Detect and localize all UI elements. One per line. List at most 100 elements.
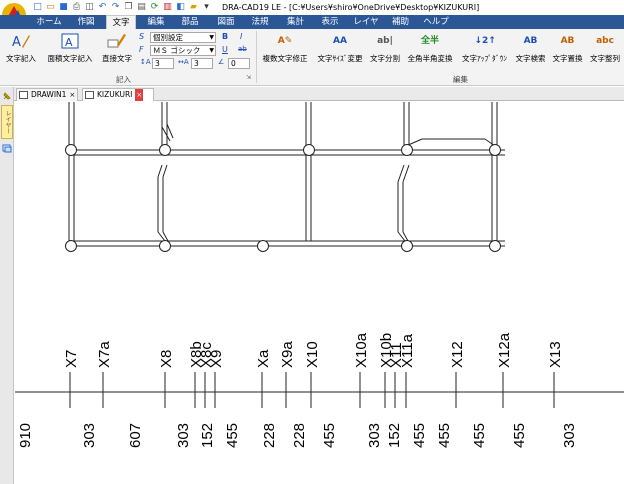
grid-label: X7a <box>96 341 113 368</box>
quick-access-toolbar: □ ▭ ■ ⎙ ◫ ↶ ↷ ❐ ▤ ⟳ ▥ ◧ ▰ ▾ <box>32 2 214 13</box>
font-combo[interactable]: ＭＳ ゴシック ▼ <box>150 45 216 56</box>
direct-text-button[interactable]: 直接文字 <box>99 31 135 75</box>
close-icon[interactable]: × <box>69 89 75 101</box>
document-tab-label: DRAWIN1 <box>31 90 67 99</box>
dimension-value: 455 <box>511 423 528 448</box>
text-search-icon: AB <box>523 36 538 46</box>
open-icon[interactable]: ▭ <box>45 2 56 13</box>
svg-text:A: A <box>12 35 21 50</box>
column-node <box>401 240 413 252</box>
char-spacing-icon: ↔A <box>178 58 189 66</box>
ribbon-button-label: 全角半角変換 <box>407 54 453 63</box>
save-icon[interactable]: ■ <box>58 2 69 13</box>
char-spacing-field[interactable]: 3 <box>191 58 213 69</box>
framing-plan <box>65 102 505 252</box>
text-angle-field[interactable]: 0 <box>228 58 250 69</box>
grid-label: X11a <box>399 333 416 368</box>
print-icon[interactable]: ⎙ <box>71 2 82 13</box>
width-convert-button[interactable]: 全半 全角半角変換 <box>403 31 457 75</box>
group-label-input: 記入 <box>116 75 131 84</box>
ribbon-tab-0[interactable]: ホーム <box>30 15 68 29</box>
document-tab-bar: DRAWIN1 × KIZUKURI × <box>14 87 624 101</box>
bold-button[interactable]: B <box>222 32 228 41</box>
text-write-label: 文字記入 <box>6 54 36 63</box>
menu-icon[interactable]: ▾ <box>201 2 212 13</box>
text-split-button[interactable]: ab| 文字分割 <box>367 31 403 75</box>
strike-button[interactable]: ab <box>238 45 247 53</box>
chevron-down-icon: ▼ <box>209 34 214 41</box>
italic-button[interactable]: I <box>240 32 242 41</box>
document-tab-0[interactable]: DRAWIN1 × <box>16 88 78 101</box>
area-text-label: 面積文字記入 <box>47 54 93 63</box>
dimension-value: 228 <box>291 423 308 448</box>
angle-icon: ∠ <box>218 58 225 66</box>
book-icon[interactable]: ▥ <box>162 2 173 13</box>
preview-icon[interactable]: ◫ <box>84 2 95 13</box>
pin-icon[interactable] <box>2 91 12 101</box>
folder-icon[interactable]: ▰ <box>188 2 199 13</box>
grid-label: X10 <box>304 341 321 368</box>
diagonal-brace <box>397 164 405 183</box>
text-align-button[interactable]: abc 文字整列 <box>586 31 624 75</box>
undo-icon[interactable]: ↶ <box>97 2 108 13</box>
column-node <box>401 144 413 156</box>
layer-panel-tab[interactable]: レイヤー <box>1 105 13 139</box>
ribbon-button-label: 文字ｻｲｽﾞ変更 <box>317 54 363 63</box>
column-node <box>65 144 77 156</box>
grid-label: X9a <box>279 341 296 368</box>
redo-icon[interactable]: ↷ <box>110 2 121 13</box>
ribbon-tab-7[interactable]: 集計 <box>279 15 312 29</box>
property-icon[interactable] <box>2 143 12 153</box>
dimension-value: 455 <box>321 423 338 448</box>
ribbon-tab-9[interactable]: レイヤ <box>349 15 383 29</box>
cad-window: □ ▭ ■ ⎙ ◫ ↶ ↷ ❐ ▤ ⟳ ▥ ◧ ▰ ▾ DRA-CAD19 LE - [C:¥Users¥… <box>0 0 624 484</box>
paste-icon[interactable]: ▤ <box>136 2 147 13</box>
text-write-button[interactable]: A 文字記入 <box>2 31 40 75</box>
document-tab-label: KIZUKURI <box>97 90 133 99</box>
drawing-canvas[interactable]: X7 X7a X8 X8bX8cX9 Xa X9a X10 X10a X10bX11X11a X1… <box>15 102 624 484</box>
grid-label: X10a <box>353 332 370 368</box>
grid-label: X7 <box>63 350 80 368</box>
ribbon-tab-8[interactable]: 表示 <box>314 15 346 29</box>
ribbon-tab-bar: ホーム 作図 文字 編集 部品 図面 法規 集計 表示 レイヤ 補助 ヘルプ <box>0 15 624 29</box>
grid-label: X13 <box>547 341 564 368</box>
char-spacing-value: 3 <box>194 59 199 68</box>
text-size-button[interactable]: AA 文字ｻｲｽﾞ変更 <box>313 31 367 75</box>
ribbon-tab-10[interactable]: 補助 <box>385 15 416 29</box>
dimension-value: 303 <box>561 423 578 448</box>
ribbon-tab-1[interactable]: 作図 <box>68 15 104 29</box>
close-icon[interactable]: × <box>135 89 144 101</box>
diagonal-brace <box>162 164 168 178</box>
new-icon[interactable]: □ <box>32 2 43 13</box>
width-convert-icon: 全半 <box>420 36 439 46</box>
text-replace-icon: AB <box>560 36 575 46</box>
text-search-button[interactable]: AB 文字検索 <box>512 31 549 75</box>
dialog-launcher-icon[interactable]: ⇲ <box>246 74 251 81</box>
ribbon-button-label: 文字整列 <box>590 54 620 63</box>
text-align-icon: abc <box>596 36 614 46</box>
ribbon-tab-3[interactable]: 編集 <box>140 15 172 29</box>
ribbon-tab-2[interactable]: 文字 <box>106 15 136 29</box>
ribbon-tab-11[interactable]: ヘルプ <box>419 15 453 29</box>
ribbon-tab-4[interactable]: 部品 <box>174 15 206 29</box>
font-icon: F <box>139 45 144 54</box>
title-bar: □ ▭ ■ ⎙ ◫ ↶ ↷ ❐ ▤ ⟳ ▥ ◧ ▰ ▾ DRA-CAD19 LE - [C:¥Users¥… <box>0 0 624 15</box>
window-title: DRA-CAD19 LE - [C:¥Users¥shiro¥OneDrive¥… <box>222 3 480 12</box>
area-text-button[interactable]: A 面積文字記入 <box>44 31 96 75</box>
ribbon-tab-5[interactable]: 図面 <box>210 15 242 29</box>
text-replace-button[interactable]: AB 文字置換 <box>549 31 586 75</box>
text-updown-button[interactable]: ↓2↑ 文字ｱｯﾌﾟﾀﾞｳﾝ <box>457 31 512 75</box>
chevron-down-icon: ▼ <box>209 47 214 54</box>
copy-icon[interactable]: ❐ <box>123 2 134 13</box>
ribbon-tab-6[interactable]: 法規 <box>244 15 276 29</box>
underline-button[interactable]: U <box>222 45 228 54</box>
drawing-file-icon <box>85 91 94 99</box>
text-size-field[interactable]: 3 <box>152 58 174 69</box>
app-logo-icon[interactable] <box>0 0 30 15</box>
multi-text-edit-button[interactable]: A✎ 複数文字修正 <box>258 31 312 75</box>
document-tab-1[interactable]: KIZUKURI × <box>82 88 154 101</box>
layer-icon[interactable]: ◧ <box>175 2 186 13</box>
text-size-value: 3 <box>155 59 160 68</box>
refresh-icon[interactable]: ⟳ <box>149 2 160 13</box>
text-style-combo[interactable]: 個別設定 ▼ <box>150 32 216 43</box>
